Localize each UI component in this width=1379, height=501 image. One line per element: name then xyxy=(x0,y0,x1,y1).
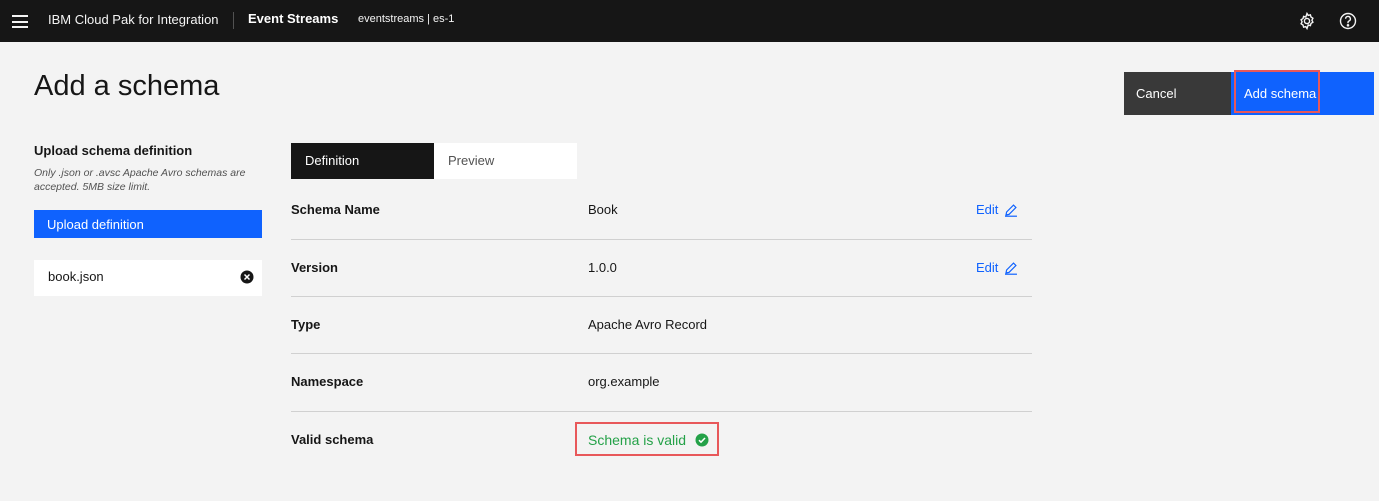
edit-schema-name-link[interactable]: Edit xyxy=(976,202,1018,217)
remove-file-icon[interactable] xyxy=(240,270,254,284)
upload-helper-text: Only .json or .avsc Apache Avro schemas … xyxy=(34,167,246,193)
row-value: Apache Avro Record xyxy=(588,317,707,332)
add-schema-button[interactable]: Add schema xyxy=(1231,72,1374,115)
row-label: Version xyxy=(291,260,338,275)
instance-name: eventstreams | es-1 xyxy=(358,13,455,25)
valid-status-text: Schema is valid xyxy=(588,432,687,448)
tab-preview[interactable]: Preview xyxy=(434,143,577,179)
schema-row-type: Type Apache Avro Record xyxy=(291,297,1032,354)
row-label: Schema Name xyxy=(291,202,380,217)
edit-label: Edit xyxy=(976,260,999,275)
row-label: Namespace xyxy=(291,374,364,389)
schema-row-name: Schema Name Book Edit xyxy=(291,183,1032,240)
edit-version-link[interactable]: Edit xyxy=(976,260,1018,275)
uploaded-file-item: book.json xyxy=(34,260,262,296)
file-name: book.json xyxy=(48,269,104,284)
row-value: org.example xyxy=(588,374,660,389)
header-divider xyxy=(233,12,234,29)
edit-label: Edit xyxy=(976,202,999,217)
row-value: Book xyxy=(588,202,618,217)
cancel-button[interactable]: Cancel xyxy=(1124,72,1231,115)
row-label: Type xyxy=(291,317,321,332)
edit-icon xyxy=(1005,203,1018,217)
checkmark-icon xyxy=(695,433,709,447)
tab-definition[interactable]: Definition xyxy=(291,143,434,179)
top-navigation-bar: IBM Cloud Pak for Integration Event Stre… xyxy=(0,0,1379,42)
help-icon[interactable] xyxy=(1338,11,1358,31)
schema-row-version: Version 1.0.0 Edit xyxy=(291,240,1032,297)
page-title: Add a schema xyxy=(34,70,220,102)
menu-icon[interactable] xyxy=(12,15,28,28)
product-name[interactable]: Event Streams xyxy=(248,11,338,26)
brand-name[interactable]: IBM Cloud Pak for Integration xyxy=(48,12,219,27)
edit-icon xyxy=(1005,261,1018,275)
schema-valid-status: Schema is valid xyxy=(575,422,719,456)
upload-definition-button[interactable]: Upload definition xyxy=(34,210,262,238)
settings-icon[interactable] xyxy=(1297,11,1317,31)
schema-row-namespace: Namespace org.example xyxy=(291,355,1032,412)
row-value: 1.0.0 xyxy=(588,260,617,275)
row-label: Valid schema xyxy=(291,432,374,447)
upload-section-title: Upload schema definition xyxy=(34,143,193,158)
